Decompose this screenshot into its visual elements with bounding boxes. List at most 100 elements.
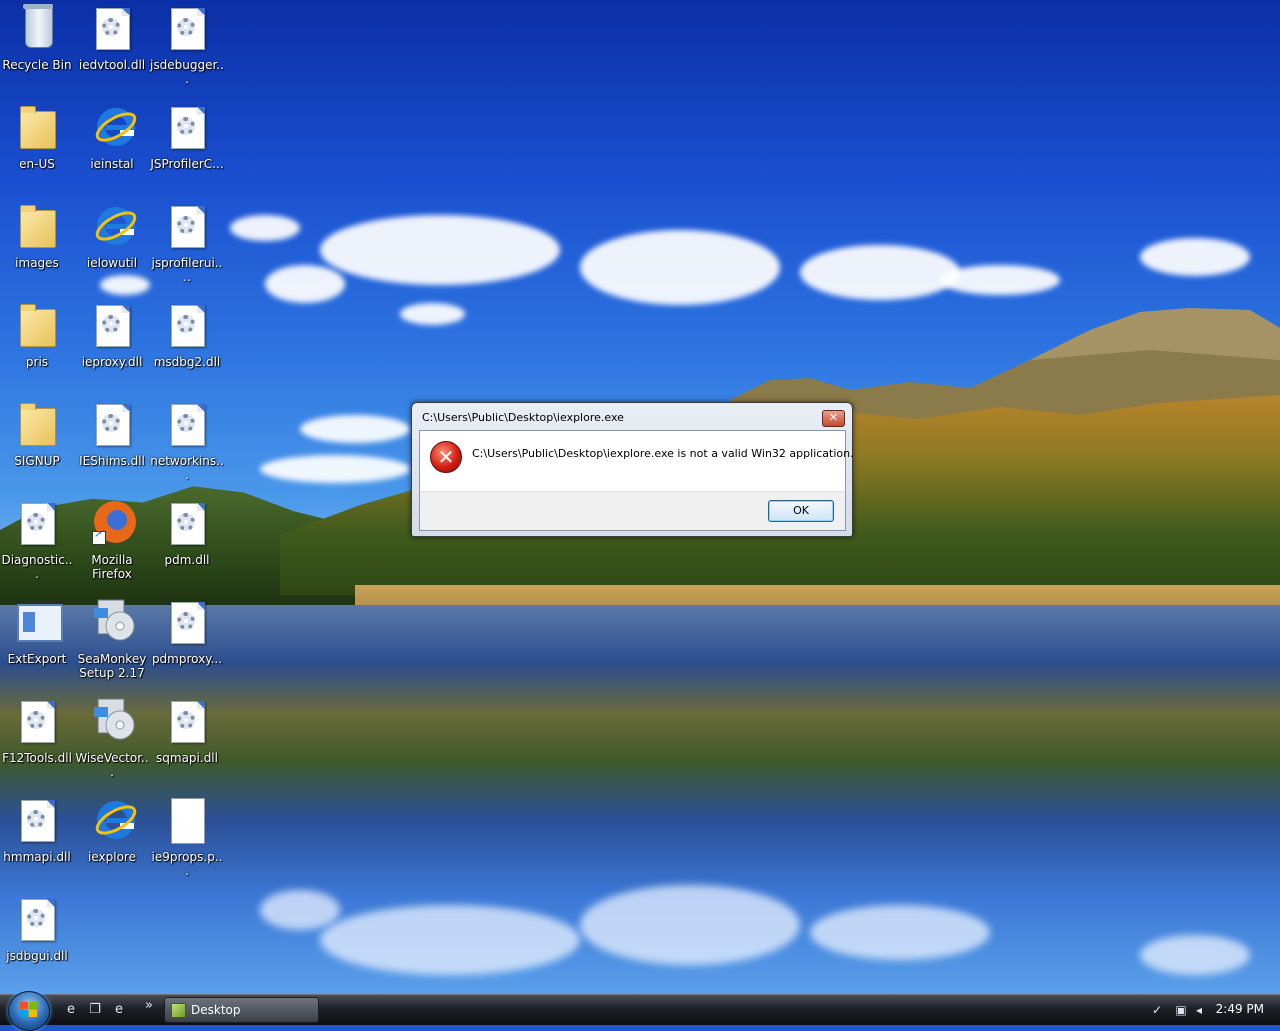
desktop-icon-label: Recycle Bin — [2, 58, 72, 72]
desktop-icon-label: pdmproxy... — [151, 652, 223, 666]
desktop-icon[interactable]: msdbg2.dll — [150, 301, 224, 369]
desktop-icon-label: SeaMonkey Setup 2.17 — [77, 652, 147, 680]
desktop-icon[interactable]: jsprofilerui.... — [150, 202, 224, 284]
dll-file-icon — [167, 400, 207, 448]
desktop-icon[interactable]: jsdbgui.dll — [0, 895, 74, 963]
desktop-icon-label: SIGNUP — [14, 454, 60, 468]
desktop-icon[interactable]: Recycle Bin — [0, 4, 74, 72]
desktop-icon-label: iexplore — [88, 850, 136, 864]
desktop-icon-label: images — [15, 256, 59, 270]
desktop-icon[interactable]: hmmapi.dll — [0, 796, 74, 864]
dll-file-icon — [92, 400, 132, 448]
desktop-icon[interactable]: SIGNUP — [0, 400, 74, 468]
desktop-icon-label: pdm.dll — [164, 553, 210, 567]
folder-icon — [17, 202, 57, 250]
dll-file-icon — [17, 895, 57, 943]
taskbar-button-label: Desktop — [191, 1003, 241, 1017]
taskbar: e ❐ e » Desktop ✓ ▣ ◂ 2:49 PM — [0, 991, 1280, 1031]
dll-file-icon — [17, 499, 57, 547]
internet-explorer-icon — [92, 796, 137, 844]
error-icon: ✕ — [430, 441, 462, 473]
desktop-icon[interactable]: en-US — [0, 103, 74, 171]
dll-file-icon — [167, 499, 207, 547]
desktop-icon-label: ExtExport — [7, 652, 67, 666]
desktop-icon-label: ieproxy.dll — [81, 355, 143, 369]
desktop-icon[interactable]: sqmapi.dll — [150, 697, 224, 765]
desktop-icon[interactable]: Diagnostic... — [0, 499, 74, 581]
error-dialog: C:\Users\Public\Desktop\iexplore.exe ✕ ✕… — [411, 402, 854, 537]
desktop-icon[interactable]: iedvtool.dll — [75, 4, 149, 72]
system-tray: ✓ ▣ ◂ 2:49 PM — [1140, 995, 1280, 1025]
desktop-icon[interactable]: WiseVector... — [75, 697, 149, 779]
desktop-icon[interactable]: F12Tools.dll — [0, 697, 74, 765]
desktop-icon-label: ieinstal — [90, 157, 134, 171]
desktop-icon-label: Diagnostic... — [1, 553, 73, 581]
desktop-icon[interactable]: iexplore — [75, 796, 149, 864]
safely-remove-icon[interactable]: ✓ — [1150, 1003, 1164, 1017]
recycle-bin-icon — [17, 4, 57, 52]
firefox-icon — [92, 499, 136, 547]
setup-icon — [92, 697, 135, 745]
desktop-icon-label: F12Tools.dll — [2, 751, 72, 765]
desktop-icon[interactable]: Mozilla Firefox — [75, 499, 149, 581]
desktop-icon-label: pris — [25, 355, 49, 369]
dll-file-icon — [167, 103, 207, 151]
clock[interactable]: 2:49 PM — [1216, 1002, 1264, 1016]
folder-icon — [17, 301, 57, 349]
desktop-icon-label: msdbg2.dll — [153, 355, 221, 369]
dll-file-icon — [92, 4, 132, 52]
desktop-icon-label: networkins... — [150, 454, 224, 482]
internet-explorer-icon — [92, 202, 137, 250]
desktop-icon-label: jsdebugger... — [150, 58, 224, 86]
switch-windows-icon[interactable]: ❐ — [86, 1001, 104, 1019]
dll-file-icon — [92, 301, 132, 349]
desktop-icon-label: WiseVector... — [75, 751, 149, 779]
desktop-icon[interactable]: ie9props.p... — [150, 796, 224, 878]
desktop-icon — [171, 1003, 186, 1018]
desktop-icon[interactable]: SeaMonkey Setup 2.17 — [75, 598, 149, 680]
desktop-icon[interactable]: pris — [0, 301, 74, 369]
desktop-icon-label: iedvtool.dll — [78, 58, 146, 72]
chevron-right-icon[interactable]: » — [140, 997, 158, 1015]
desktop-icon[interactable]: ieinstal — [75, 103, 149, 171]
dialog-footer: OK — [420, 491, 845, 530]
dll-file-icon — [167, 598, 207, 646]
desktop-icon-label: JSProfilerC... — [150, 157, 224, 171]
desktop-icon[interactable]: IEShims.dll — [75, 400, 149, 468]
close-icon[interactable]: ✕ — [822, 410, 845, 427]
folder-icon — [17, 103, 57, 151]
application-icon — [17, 598, 63, 646]
dialog-body: ✕ C:\Users\Public\Desktop\iexplore.exe i… — [419, 430, 854, 531]
desktop-icon-label: ie9props.p... — [151, 850, 223, 878]
dll-file-icon — [167, 301, 207, 349]
desktop-icon[interactable]: images — [0, 202, 74, 270]
dll-file-icon — [17, 796, 57, 844]
dialog-title: C:\Users\Public\Desktop\iexplore.exe — [422, 411, 624, 424]
desktop-icon-label: hmmapi.dll — [3, 850, 71, 864]
desktop-icon-label: IEShims.dll — [79, 454, 145, 468]
desktop-icon[interactable]: JSProfilerC... — [150, 103, 224, 171]
folder-icon — [17, 400, 57, 448]
desktop-icon[interactable]: ExtExport — [0, 598, 74, 666]
desktop-icon-label: sqmapi.dll — [156, 751, 218, 765]
internet-explorer-icon[interactable]: e — [62, 1001, 80, 1019]
desktop-icon[interactable]: pdm.dll — [150, 499, 224, 567]
network-icon[interactable]: ▣ — [1174, 1003, 1188, 1017]
taskbar-button-desktop[interactable]: Desktop — [164, 997, 319, 1023]
volume-icon[interactable]: ◂ — [1192, 1003, 1206, 1017]
desktop-icon-label: jsprofilerui.... — [151, 256, 223, 284]
windows-start-icon[interactable] — [8, 991, 50, 1031]
desktop-icon-label: Mozilla Firefox — [91, 553, 133, 581]
desktop-icon-label: en-US — [19, 157, 55, 171]
desktop-icon[interactable]: ieproxy.dll — [75, 301, 149, 369]
desktop-icon[interactable]: jsdebugger... — [150, 4, 224, 86]
ok-button[interactable]: OK — [768, 500, 834, 522]
internet-explorer-icon — [92, 103, 137, 151]
desktop-icon[interactable]: ielowutil — [75, 202, 149, 270]
desktop-icon[interactable]: pdmproxy... — [150, 598, 224, 666]
desktop-icon[interactable]: networkins... — [150, 400, 224, 482]
dll-file-icon — [167, 697, 207, 745]
dll-file-icon — [167, 202, 207, 250]
internet-explorer-icon[interactable]: e — [110, 1001, 128, 1019]
dll-file-icon — [167, 4, 207, 52]
